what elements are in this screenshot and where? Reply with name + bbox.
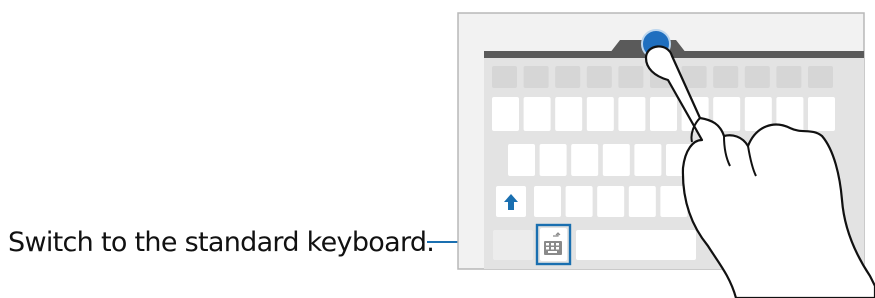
keyboard-key[interactable] <box>492 97 519 131</box>
keyboard-key[interactable] <box>586 97 614 131</box>
keyboard-key[interactable] <box>776 66 802 88</box>
keyboard-key[interactable] <box>808 97 835 131</box>
keyboard-key[interactable] <box>523 66 549 88</box>
keyboard-key[interactable] <box>508 144 535 176</box>
keyboard-key[interactable] <box>597 186 625 217</box>
keyboard-key[interactable] <box>634 144 662 176</box>
keyboard-key[interactable] <box>571 144 599 176</box>
space-key[interactable] <box>576 230 696 260</box>
keyboard-key[interactable] <box>808 66 833 88</box>
left-function-key[interactable] <box>493 230 533 260</box>
keyboard-key[interactable] <box>628 186 656 217</box>
keyboard-key[interactable] <box>602 144 630 176</box>
keyboard-key[interactable] <box>650 97 677 131</box>
keyboard-key[interactable] <box>586 66 612 88</box>
keyboard-key[interactable] <box>555 97 583 131</box>
keyboard-key[interactable] <box>565 186 593 217</box>
keyboard-key[interactable] <box>618 97 646 131</box>
keyboard-key[interactable] <box>555 66 581 88</box>
keyboard-key[interactable] <box>523 97 551 131</box>
keyboard-key[interactable] <box>539 144 567 176</box>
keyboard-key[interactable] <box>534 186 561 217</box>
keyboard-key[interactable] <box>713 66 739 88</box>
keyboard-key[interactable] <box>618 66 644 88</box>
keyboard-diagram <box>457 12 875 298</box>
keyboard-key[interactable] <box>744 66 770 88</box>
keyboard-key[interactable] <box>492 66 517 88</box>
